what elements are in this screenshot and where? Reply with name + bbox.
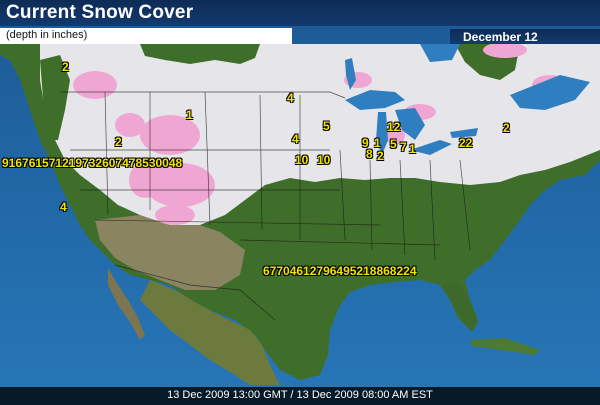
depth-label: 2 bbox=[115, 135, 122, 149]
depth-label: 10 bbox=[317, 153, 331, 167]
depth-label: 2 bbox=[62, 60, 69, 74]
depth-label: 4 bbox=[60, 200, 67, 214]
deep-snow-colorado bbox=[155, 205, 195, 225]
timestamp: 13 Dec 2009 13:00 GMT / 13 Dec 2009 08:0… bbox=[167, 389, 433, 401]
depth-label: 4 bbox=[292, 132, 299, 146]
deep-snow-cascades bbox=[73, 71, 117, 99]
depth-label: 22 bbox=[459, 136, 473, 150]
depth-label: 5 bbox=[323, 119, 330, 133]
depth-label: 5 bbox=[390, 137, 397, 151]
depth-label: 2 bbox=[503, 121, 510, 135]
snow-cover-map-view: Current Snow Cover (depth in inches) Dec… bbox=[0, 0, 600, 405]
depth-label-row: 916761571219732607478530048 bbox=[2, 156, 183, 170]
depth-label: 7 bbox=[400, 140, 407, 154]
map-subtitle: (depth in inches) bbox=[6, 29, 88, 41]
depth-label: 1 bbox=[409, 142, 416, 156]
depth-label: 4 bbox=[287, 91, 294, 105]
deep-snow-idaho bbox=[115, 113, 145, 137]
depth-label: 2 bbox=[377, 149, 384, 163]
depth-label: 8 bbox=[366, 147, 373, 161]
depth-label: 1 bbox=[186, 108, 193, 122]
map-date: December 12 bbox=[463, 30, 538, 44]
depth-label-row: 67704612796495218868224 bbox=[263, 264, 417, 278]
deep-snow-quebec bbox=[483, 42, 527, 58]
depth-label: 12 bbox=[387, 120, 401, 134]
snow-cover-map bbox=[0, 0, 600, 405]
map-title: Current Snow Cover bbox=[6, 2, 194, 23]
depth-label: 1 bbox=[374, 136, 381, 150]
depth-label: 10 bbox=[295, 153, 309, 167]
